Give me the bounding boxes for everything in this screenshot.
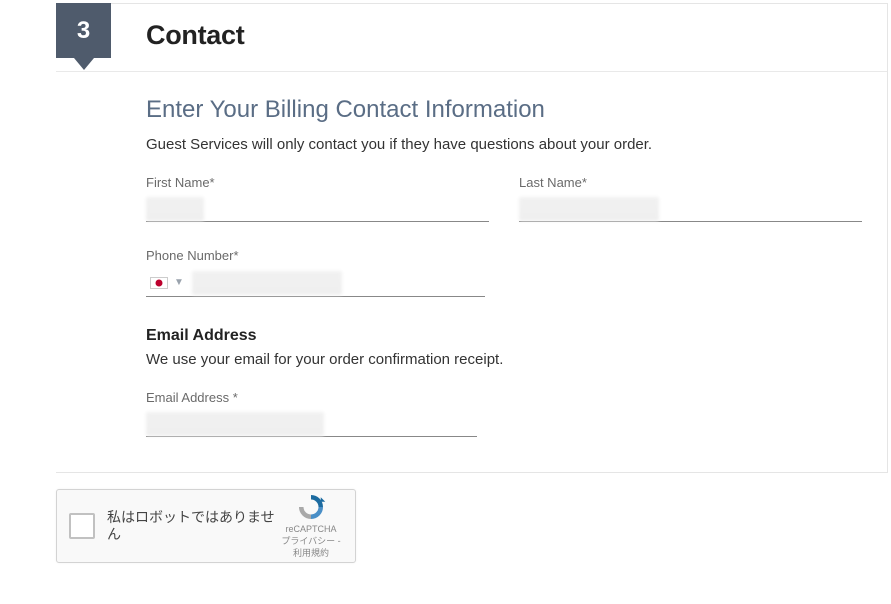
last-name-field: Last Name* xyxy=(519,175,862,222)
phone-row: Phone Number* ▼ xyxy=(146,248,862,297)
recaptcha-links: プライバシー - 利用規約 xyxy=(277,536,345,559)
recaptcha-logo-icon xyxy=(296,492,326,522)
chevron-down-icon[interactable]: ▼ xyxy=(174,277,184,288)
recaptcha-branding: reCAPTCHA プライバシー - 利用規約 xyxy=(277,492,345,559)
billing-heading: Enter Your Billing Contact Information xyxy=(146,96,862,124)
recaptcha-brand-text: reCAPTCHA xyxy=(277,524,345,536)
phone-field: Phone Number* ▼ xyxy=(146,248,485,297)
recaptcha-widget: 私はロボットではありません reCAPTCHA プライバシー - 利用規約 xyxy=(56,489,356,563)
email-label: Email Address * xyxy=(146,390,477,405)
name-row: First Name* Last Name* xyxy=(146,175,862,222)
panel-header: Contact xyxy=(56,4,887,72)
redacted-value xyxy=(146,412,324,436)
recaptcha-privacy-link[interactable]: プライバシー xyxy=(281,536,335,546)
email-description: We use your email for your order confirm… xyxy=(146,351,862,368)
panel-title: Contact xyxy=(146,20,887,51)
step-badge: 3 xyxy=(56,3,111,58)
phone-input-wrap: ▼ xyxy=(146,269,485,297)
step-number: 3 xyxy=(77,17,90,45)
last-name-label: Last Name* xyxy=(519,175,862,190)
recaptcha-label: 私はロボットではありません xyxy=(107,509,277,544)
first-name-label: First Name* xyxy=(146,175,489,190)
phone-label: Phone Number* xyxy=(146,248,485,263)
recaptcha-checkbox[interactable] xyxy=(69,513,95,539)
recaptcha-terms-link[interactable]: 利用規約 xyxy=(293,548,329,558)
first-name-field: First Name* xyxy=(146,175,489,222)
billing-description: Guest Services will only contact you if … xyxy=(146,136,862,153)
redacted-value xyxy=(519,197,659,221)
contact-panel: 3 Contact Enter Your Billing Contact Inf… xyxy=(56,3,888,473)
redacted-value xyxy=(192,271,342,295)
email-field: Email Address * xyxy=(146,390,477,437)
japan-flag-icon[interactable] xyxy=(150,277,168,289)
panel-content: Enter Your Billing Contact Information G… xyxy=(56,72,887,437)
email-heading: Email Address xyxy=(146,327,862,345)
redacted-value xyxy=(146,197,204,221)
